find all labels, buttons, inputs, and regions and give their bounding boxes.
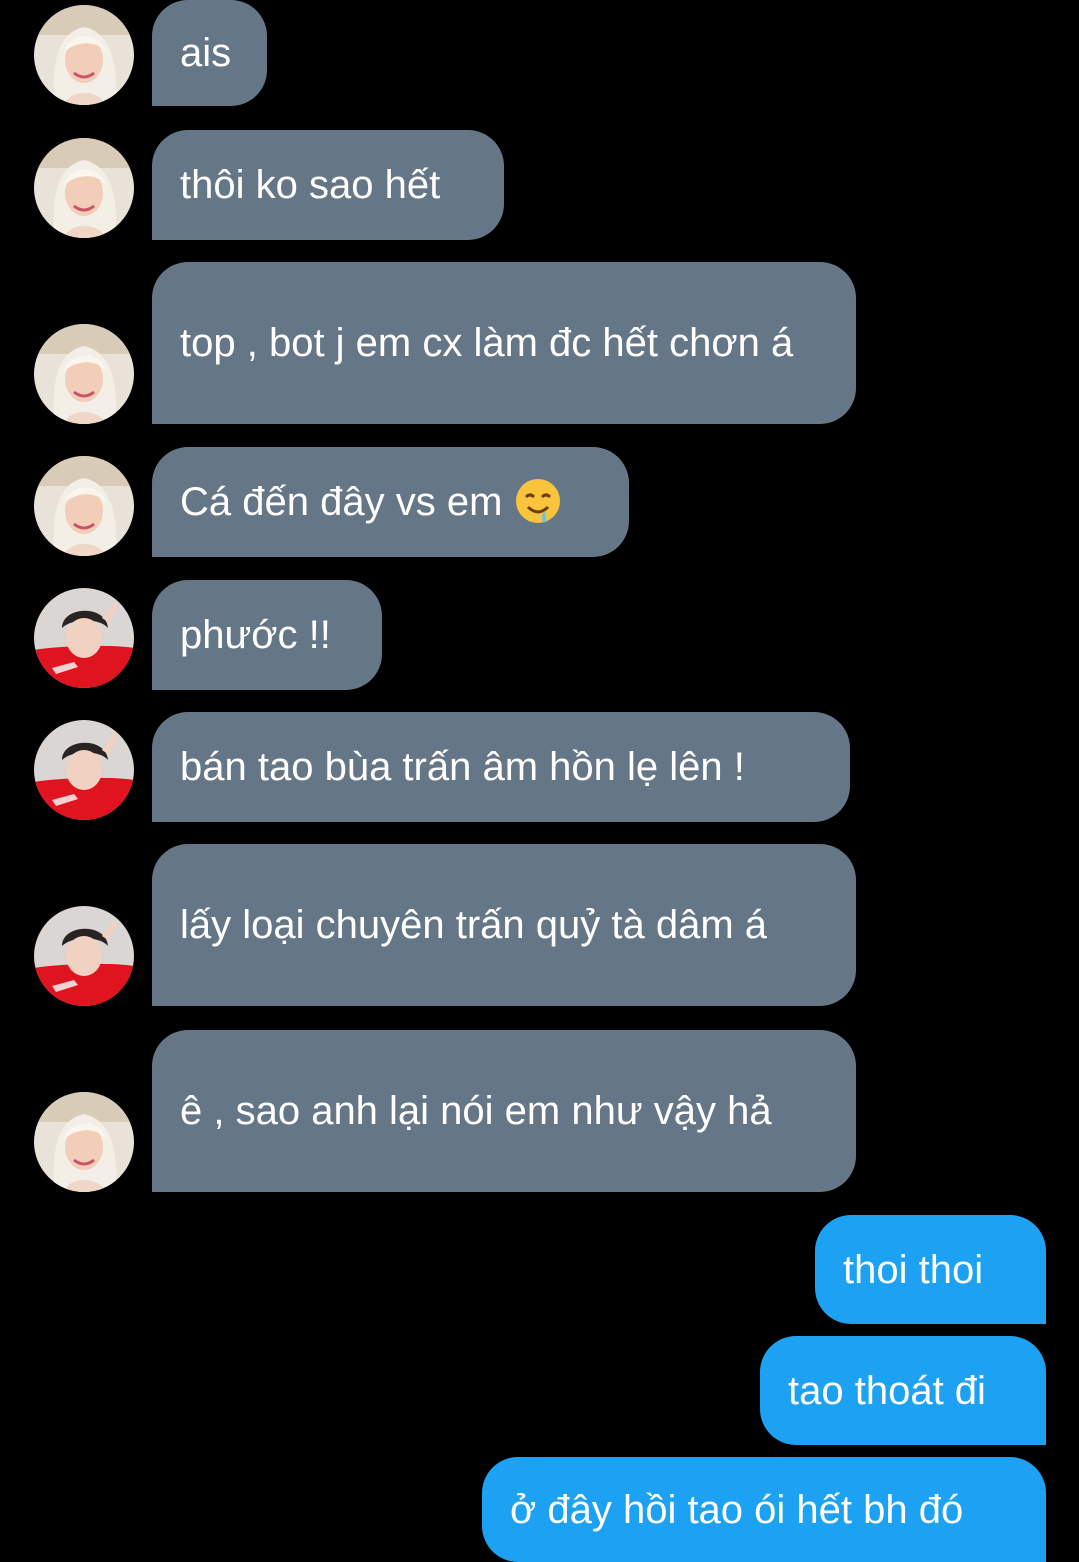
message-text: top , bot j em cx làm đc hết chơn á (180, 321, 794, 365)
message-bubble-incoming[interactable]: top , bot j em cx làm đc hết chơn á (152, 262, 856, 424)
message-bubble-incoming[interactable]: thôi ko sao hết (152, 130, 504, 240)
profile-photo (34, 456, 134, 556)
avatar[interactable] (34, 720, 134, 820)
message-text: phước !! (180, 613, 331, 657)
message-bubble-outgoing[interactable]: tao thoát đi (760, 1336, 1046, 1445)
message-text: Cá đến đây vs em (180, 480, 503, 524)
avatar[interactable] (34, 138, 134, 238)
message-bubble-outgoing[interactable]: ở đây hồi tao ói hết bh đó (482, 1457, 1046, 1562)
avatar[interactable] (34, 324, 134, 424)
message-text: thôi ko sao hết (180, 163, 441, 207)
profile-photo (34, 720, 134, 820)
message-text: lấy loại chuyên trấn quỷ tà dâm á (180, 903, 768, 947)
message-bubble-incoming[interactable]: lấy loại chuyên trấn quỷ tà dâm á (152, 844, 856, 1006)
message-bubble-outgoing[interactable]: thoi thoi (815, 1215, 1046, 1324)
message-bubble-incoming[interactable]: phước !! (152, 580, 382, 690)
profile-photo (34, 1092, 134, 1192)
avatar[interactable] (34, 1092, 134, 1192)
message-bubble-incoming[interactable]: ais (152, 0, 267, 106)
avatar[interactable] (34, 456, 134, 556)
profile-photo (34, 138, 134, 238)
profile-photo (34, 324, 134, 424)
message-text: bán tao bùa trấn âm hồn lẹ lên ! (180, 745, 745, 789)
profile-photo (34, 906, 134, 1006)
message-content: Cá đến đây vs em (180, 475, 562, 529)
message-text: tao thoát đi (788, 1368, 986, 1413)
avatar[interactable] (34, 588, 134, 688)
message-bubble-incoming[interactable]: ê , sao anh lại nói em như vậy hả (152, 1030, 856, 1192)
message-text: ở đây hồi tao ói hết bh đó (510, 1487, 964, 1532)
avatar[interactable] (34, 906, 134, 1006)
avatar[interactable] (34, 5, 134, 105)
message-text: thoi thoi (843, 1247, 984, 1292)
profile-photo (34, 588, 134, 688)
profile-photo (34, 5, 134, 105)
message-text: ê , sao anh lại nói em như vậy hả (180, 1089, 772, 1133)
message-bubble-incoming[interactable]: bán tao bùa trấn âm hồn lẹ lên ! (152, 712, 850, 822)
message-bubble-incoming[interactable]: Cá đến đây vs em (152, 447, 629, 557)
message-text: ais (180, 31, 232, 75)
drooling-face-emoji (516, 479, 561, 523)
